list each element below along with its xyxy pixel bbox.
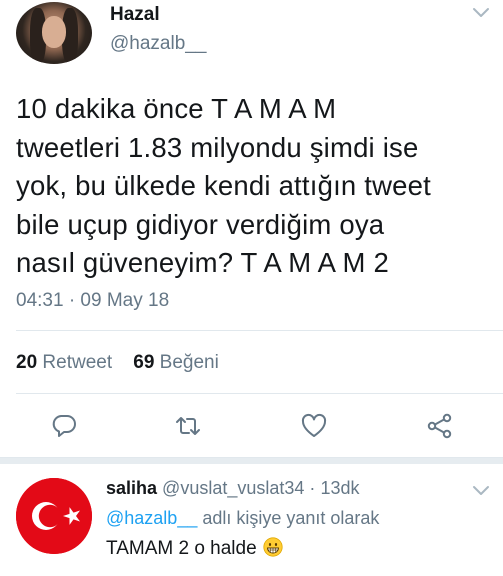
- share-button[interactable]: [424, 410, 456, 442]
- tweet-text-line: yok, bu ülkede kendi attığın tweet: [16, 170, 431, 201]
- reply-to-suffix: adlı kişiye yanıt olarak: [197, 508, 380, 528]
- reply-time[interactable]: 13dk: [320, 478, 359, 498]
- engagement-stats: 20 Retweet 69 Beğeni: [16, 352, 219, 374]
- reply-author-name[interactable]: saliha: [106, 478, 157, 498]
- tweet-text-line: bile uçup gidiyor verdiğim oya: [16, 208, 385, 240]
- grinning-face-emoji-icon: [263, 537, 283, 557]
- reply-context: @hazalb__ adlı kişiye yanıt olarak: [106, 508, 379, 529]
- reply-separator: ·: [309, 478, 316, 498]
- reply-text: TAMAM 2 o halde: [106, 537, 283, 560]
- avatar-face: [42, 16, 66, 48]
- turkish-flag-icon: [16, 478, 92, 554]
- retweet-stat[interactable]: 20 Retweet: [16, 352, 117, 373]
- reply-to-mention[interactable]: @hazalb__: [106, 508, 197, 528]
- reply-header: saliha @vuslat_vuslat34 · 13dk: [106, 478, 359, 499]
- reply-author-handle[interactable]: @vuslat_vuslat34: [162, 478, 304, 498]
- tweet-text: 10 dakika önce T A M A M tweetleri 1.83 …: [16, 90, 496, 283]
- tweet-text-line: nasıl güveneyim? T A M A M 2: [16, 247, 389, 278]
- like-label: Beğeni: [159, 352, 219, 373]
- share-icon: [427, 413, 452, 439]
- like-button[interactable]: [298, 410, 330, 442]
- retweet-button[interactable]: [172, 410, 204, 442]
- like-count: 69: [133, 352, 155, 373]
- divider: [16, 330, 503, 331]
- author-handle[interactable]: @hazalb__: [110, 33, 206, 55]
- avatar[interactable]: [16, 2, 92, 64]
- retweet-count: 20: [16, 352, 38, 373]
- author-name[interactable]: Hazal: [110, 4, 160, 26]
- tweet-text-line: 10 dakika önce T A M A M: [16, 93, 337, 124]
- timestamp[interactable]: 04:31 · 09 May 18: [16, 290, 169, 312]
- reply-icon: [52, 415, 76, 437]
- reply-button[interactable]: [48, 410, 80, 442]
- tweet-text-line: tweetleri 1.83 milyondu şimdi ise: [16, 131, 419, 163]
- like-icon: [301, 413, 327, 437]
- reply-tweet[interactable]: saliha @vuslat_vuslat34 · 13dk @hazalb__…: [0, 464, 503, 576]
- chevron-down-icon[interactable]: [470, 4, 492, 22]
- reply-text-content: TAMAM 2 o halde: [106, 538, 257, 559]
- like-stat[interactable]: 69 Beğeni: [133, 352, 219, 373]
- retweet-icon: [176, 417, 200, 435]
- chevron-down-icon[interactable]: [470, 482, 492, 500]
- retweet-label: Retweet: [42, 352, 113, 373]
- avatar[interactable]: [16, 478, 92, 554]
- divider: [16, 393, 503, 394]
